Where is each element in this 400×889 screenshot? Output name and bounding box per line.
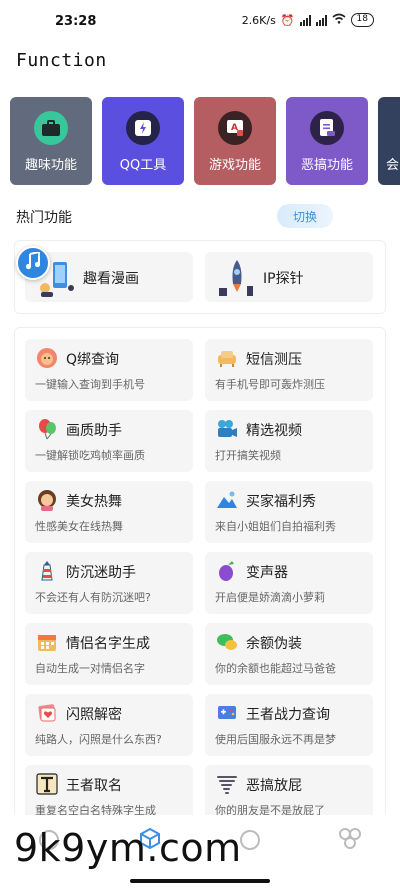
music-button[interactable] <box>16 246 50 280</box>
function-desc: 打开搞笑视频 <box>215 449 281 462</box>
home-indicator <box>130 879 270 883</box>
status-time: 23:28 <box>55 14 97 29</box>
signal-icon-2 <box>315 14 327 26</box>
function-title: 闪照解密 <box>66 707 122 723</box>
function-title: 余额伪装 <box>246 636 302 652</box>
category-card-game[interactable]: A 游戏功能 <box>194 97 276 185</box>
music-note-icon <box>25 250 41 274</box>
function-card[interactable]: 画质助手 一键解锁吃鸡帧率画质 <box>25 410 193 472</box>
dots-icon <box>338 827 362 853</box>
hot-item-comic[interactable]: 趣看漫画 <box>25 252 193 302</box>
function-desc: 一键解锁吃鸡帧率画质 <box>35 449 145 462</box>
category-label: 会 <box>386 158 400 173</box>
alarm-icon: ⏰ <box>280 13 295 27</box>
briefcase-icon <box>34 111 68 145</box>
switch-button[interactable]: 切换 <box>277 204 333 228</box>
function-card[interactable]: 买家福利秀 来自小姐姐们自拍福利秀 <box>205 481 373 543</box>
function-card[interactable]: 余额伪装 你的余额也能超过马爸爸 <box>205 623 373 685</box>
category-card-fun[interactable]: 趣味功能 <box>10 97 92 185</box>
wifi-icon <box>332 13 346 27</box>
section-title-hot: 热门功能 <box>16 210 72 226</box>
nav-item-more[interactable] <box>335 825 365 855</box>
function-title: Q绑查询 <box>66 352 120 368</box>
video-camera-icon <box>216 418 238 440</box>
sofa-icon <box>216 347 238 369</box>
tornado-icon <box>216 773 238 795</box>
function-card[interactable]: 变声器 开启便是娇滴滴小萝莉 <box>205 552 373 614</box>
function-title: 买家福利秀 <box>246 494 316 510</box>
category-label: QQ工具 <box>119 158 167 173</box>
function-desc: 你的余额也能超过马爸爸 <box>215 662 336 675</box>
function-desc: 一键输入查询到手机号 <box>35 378 145 391</box>
function-card[interactable]: 闪照解密 纯路人，闪照是什么东西? <box>25 694 193 756</box>
ad-tablet-icon: A <box>218 111 252 145</box>
category-label: 恶搞功能 <box>300 158 353 173</box>
network-speed: 2.6K/s <box>241 13 276 27</box>
heart-photo-icon <box>36 702 58 724</box>
function-title: 精选视频 <box>246 423 302 439</box>
function-desc: 纯路人，闪照是什么东西? <box>35 733 162 746</box>
function-title: 情侣名字生成 <box>66 636 150 652</box>
calendar-icon <box>36 631 58 653</box>
category-card-qq[interactable]: QQ工具 <box>102 97 184 185</box>
function-title: 防沉迷助手 <box>66 565 136 581</box>
hot-item-label: IP探针 <box>263 271 304 287</box>
eggplant-icon <box>216 560 238 582</box>
battery-icon: 18 <box>350 13 374 27</box>
signal-icon <box>299 14 311 26</box>
function-card[interactable]: 防沉迷助手 不会还有人有防沉迷吧? <box>25 552 193 614</box>
lightning-icon <box>126 111 160 145</box>
function-title: 画质助手 <box>66 423 122 439</box>
chat-bubbles-icon <box>216 631 238 653</box>
function-title: 王者取名 <box>66 778 122 794</box>
function-title: 恶搞放屁 <box>246 778 302 794</box>
function-desc: 使用后国服永远不再是梦 <box>215 733 336 746</box>
function-desc: 不会还有人有防沉迷吧? <box>35 591 151 604</box>
function-card[interactable]: 美女热舞 性感美女在线热舞 <box>25 481 193 543</box>
girl-icon <box>36 489 58 511</box>
gamepad-icon <box>216 702 238 724</box>
lion-icon <box>36 347 58 369</box>
watermark: 9k9ym.com <box>14 826 242 870</box>
category-card-prank[interactable]: 恶搞功能 <box>286 97 368 185</box>
function-desc: 来自小姐姐们自拍福利秀 <box>215 520 336 533</box>
rocket-icon <box>215 258 257 298</box>
document-icon <box>310 111 344 145</box>
mountain-photo-icon <box>216 489 238 511</box>
category-label: 趣味功能 <box>24 158 77 173</box>
compass-icon <box>240 830 260 850</box>
status-bar: 23:28 2.6K/s ⏰ 18 <box>0 0 400 44</box>
function-card[interactable]: 精选视频 打开搞笑视频 <box>205 410 373 472</box>
function-card[interactable]: 短信测压 有手机号即可轰炸测压 <box>205 339 373 401</box>
lighthouse-icon <box>36 560 58 582</box>
function-desc: 有手机号即可轰炸测压 <box>215 378 325 391</box>
category-row: 趣味功能 QQ工具 A 游戏功能 恶搞功能 会 <box>10 97 400 187</box>
text-t-icon <box>36 773 58 795</box>
function-desc: 性感美女在线热舞 <box>35 520 123 533</box>
balloon-icon <box>36 418 58 440</box>
function-title: 美女热舞 <box>66 494 122 510</box>
function-card[interactable]: 王者战力查询 使用后国服永远不再是梦 <box>205 694 373 756</box>
function-card[interactable]: 情侣名字生成 自动生成一对情侣名字 <box>25 623 193 685</box>
function-title: 王者战力查询 <box>246 707 330 723</box>
category-label: 游戏功能 <box>208 158 261 173</box>
function-title: 变声器 <box>246 565 288 581</box>
status-indicators: 2.6K/s ⏰ 18 <box>242 13 374 27</box>
page-title: Function <box>16 50 107 71</box>
function-desc: 自动生成一对情侣名字 <box>35 662 145 675</box>
function-title: 短信测压 <box>246 352 302 368</box>
svg-text:A: A <box>231 123 238 133</box>
function-desc: 开启便是娇滴滴小萝莉 <box>215 591 325 604</box>
hot-item-label: 趣看漫画 <box>83 271 139 287</box>
function-card[interactable]: Q绑查询 一键输入查询到手机号 <box>25 339 193 401</box>
category-card-partial[interactable]: 会 <box>378 97 400 185</box>
hot-item-ip[interactable]: IP探针 <box>205 252 373 302</box>
